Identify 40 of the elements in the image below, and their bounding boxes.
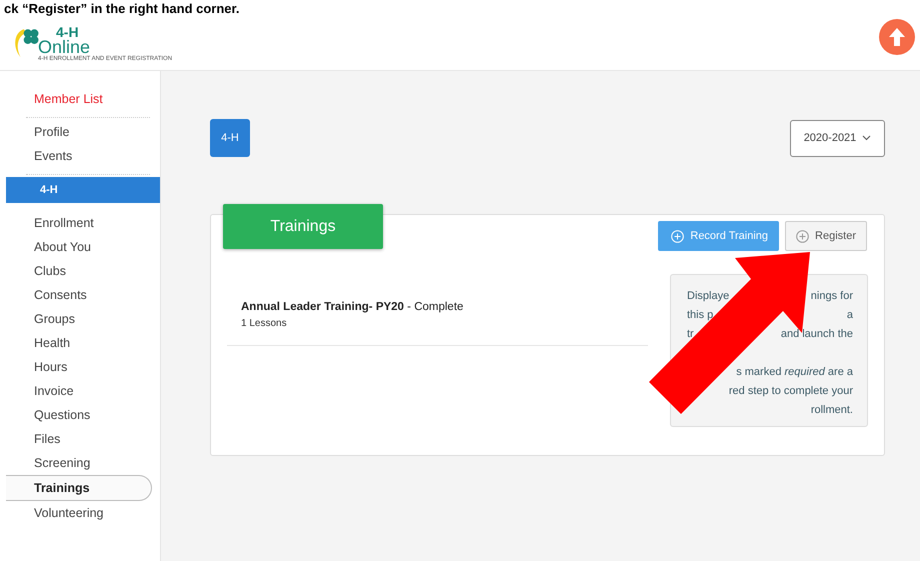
- sidebar-item[interactable]: Questions: [0, 403, 160, 427]
- program-button[interactable]: 4-H: [210, 119, 250, 157]
- info-text: red step to complete your: [728, 384, 853, 399]
- sidebar-item[interactable]: Enrollment: [0, 211, 160, 235]
- sidebar-item[interactable]: Health: [0, 331, 160, 355]
- info-text: s marked required are a: [736, 365, 853, 380]
- sidebar-item[interactable]: Profile: [26, 120, 150, 144]
- select-value: 2020-2021: [804, 130, 856, 146]
- lesson-count: 1 Lessons: [241, 317, 288, 332]
- info-text: and launch the: [780, 327, 853, 342]
- section-header[interactable]: 4-H: [6, 177, 160, 203]
- sidebar-item[interactable]: Invoice: [0, 379, 160, 403]
- sidebar-item[interactable]: About You: [0, 235, 160, 259]
- plus-circle-icon: [671, 230, 684, 242]
- logo-text: 4-H: [55, 26, 80, 38]
- sidebar-item[interactable]: Files: [0, 427, 160, 451]
- training-title[interactable]: Annual Leader Training- PY20 - Complete: [241, 299, 634, 316]
- info-text: Displaye: [687, 289, 730, 304]
- info-text: tr: [687, 327, 694, 342]
- sidebar-item[interactable]: Volunteering: [0, 501, 160, 525]
- chevron-down-icon: [862, 135, 872, 141]
- year-select[interactable]: 2020-2021: [790, 120, 885, 156]
- sidebar-item[interactable]: Member List: [26, 87, 150, 111]
- register-button[interactable]: Register: [785, 221, 867, 251]
- scroll-up-button[interactable]: [879, 19, 915, 55]
- info-text: this p: [687, 308, 714, 323]
- sidebar-item[interactable]: Screening: [0, 451, 160, 475]
- info-text: rollment.: [810, 403, 853, 418]
- instruction-caption: ck “Register” in the right hand corner.: [3, 1, 240, 16]
- sidebar-item[interactable]: Hours: [0, 355, 160, 379]
- sidebar-item[interactable]: Events: [26, 144, 150, 168]
- sidebar-item[interactable]: Trainings: [6, 475, 152, 501]
- info-text: nings for: [810, 289, 853, 304]
- sidebar-item[interactable]: Groups: [0, 307, 160, 331]
- info-text: a: [846, 308, 853, 323]
- plus-circle-icon: [796, 230, 810, 242]
- sidebar-item[interactable]: Clubs: [0, 259, 160, 283]
- sidebar-item[interactable]: Consents: [0, 283, 160, 307]
- logo-text: Online: [38, 38, 92, 56]
- arrow-up-icon: [888, 27, 906, 47]
